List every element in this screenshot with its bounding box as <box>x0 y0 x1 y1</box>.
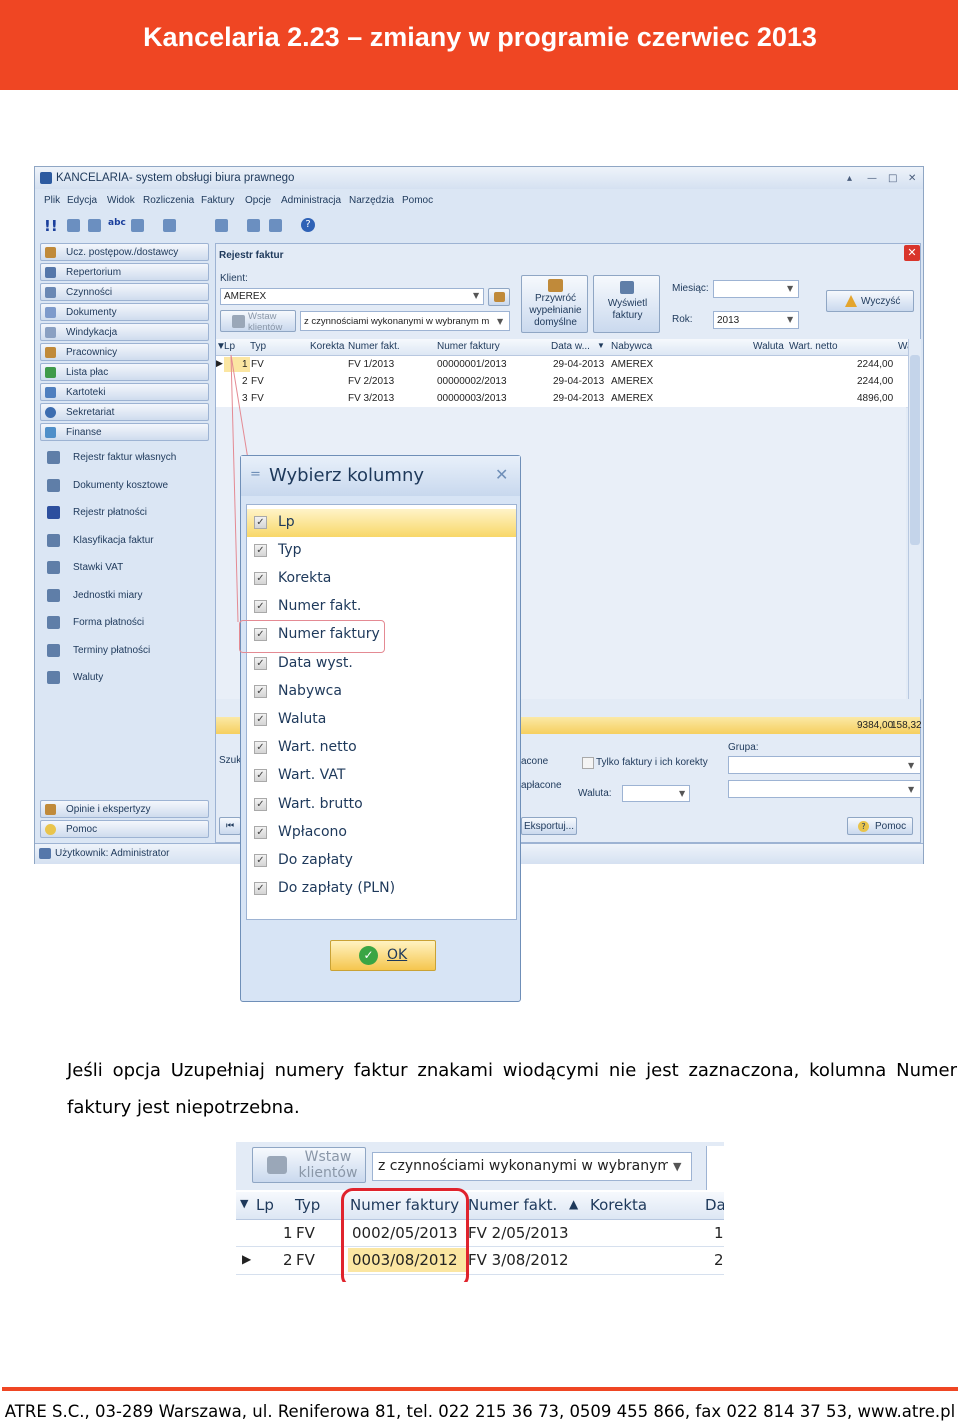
checkbox[interactable]: ✓ <box>254 854 267 867</box>
scroll-edge <box>706 1146 724 1190</box>
insert-clients-button[interactable]: Wstaw klientów <box>252 1147 366 1183</box>
option-lp[interactable]: ✓ Lp <box>247 509 516 537</box>
option-wart-netto[interactable]: ✓ Wart. netto <box>247 734 516 762</box>
option-wart-vat[interactable]: ✓ Wart. VAT <box>247 762 516 790</box>
checkbox[interactable]: ✓ <box>254 685 267 698</box>
checkbox[interactable]: ✓ <box>254 826 267 839</box>
zoom-grid-header: ▼ Lp Typ Numer faktury Numer fakt. ▲ Kor… <box>236 1192 724 1220</box>
ok-button[interactable]: ✓ OK <box>330 940 436 971</box>
table-row[interactable]: ▶ 2 FV 0003/08/2012 FV 3/08/2012 2 <box>236 1247 724 1275</box>
option-do-zaplaty-pln[interactable]: ✓ Do zapłaty (PLN) <box>247 875 516 903</box>
option-data-wyst[interactable]: ✓ Data wyst. <box>247 650 516 678</box>
option-typ[interactable]: ✓ Typ <box>247 537 516 565</box>
checkbox[interactable]: ✓ <box>254 769 267 782</box>
table-row[interactable]: 1 FV 0002/05/2013 FV 2/05/2013 1 <box>236 1220 724 1247</box>
grip-icon: = <box>250 467 261 482</box>
option-numer-fakt[interactable]: ✓ Numer fakt. <box>247 593 516 621</box>
col-typ[interactable]: Typ <box>295 1196 320 1214</box>
highlight-outline <box>239 620 385 653</box>
close-icon[interactable]: ✕ <box>495 465 508 484</box>
body-paragraph: Jeśli opcja Uzupełniaj numery faktur zna… <box>67 1060 957 1118</box>
option-korekta[interactable]: ✓ Korekta <box>247 565 516 593</box>
column-chooser-dialog: = Wybierz kolumny ✕ ✓ Lp ✓ Typ ✓ Korekta ✓ N… <box>239 455 521 1002</box>
checkbox[interactable]: ✓ <box>254 882 267 895</box>
filter-arrow-icon: ▼ <box>240 1197 249 1210</box>
zoomed-grid-screenshot: Wstaw klientów z czynnościami wykonanymi… <box>236 1142 724 1282</box>
col-lp[interactable]: Lp <box>256 1196 274 1214</box>
checkbox[interactable]: ✓ <box>254 544 267 557</box>
option-do-zaplaty[interactable]: ✓ Do zapłaty <box>247 847 516 875</box>
checkbox[interactable]: ✓ <box>254 657 267 670</box>
check-icon: ✓ <box>359 946 378 965</box>
col-korekta[interactable]: Korekta <box>590 1196 647 1214</box>
checkbox[interactable]: ✓ <box>254 798 267 811</box>
checkbox[interactable]: ✓ <box>254 741 267 754</box>
option-wplacono[interactable]: ✓ Wpłacono <box>247 819 516 847</box>
people-icon <box>267 1156 287 1174</box>
column-options-list: ✓ Lp ✓ Typ ✓ Korekta ✓ Numer fakt. ✓ Numer fa… <box>246 504 517 920</box>
option-wart-brutto[interactable]: ✓ Wart. brutto <box>247 791 516 819</box>
checkbox[interactable]: ✓ <box>254 516 267 529</box>
option-waluta[interactable]: ✓ Waluta <box>247 706 516 734</box>
sort-asc-icon: ▲ <box>569 1197 579 1211</box>
col-da[interactable]: Da <box>705 1196 724 1214</box>
footer-text: ATRE S.C., 03-289 Warszawa, ul. Renifero… <box>4 1402 956 1421</box>
row-pointer-icon: ▶ <box>242 1252 252 1266</box>
dropdown-arrow-icon: ▼ <box>673 1160 682 1173</box>
checkbox[interactable]: ✓ <box>254 600 267 613</box>
activity-filter-select[interactable]: z czynnościami wykonanymi w wybranym r ▼ <box>372 1152 692 1181</box>
dialog-title: Wybierz kolumny <box>269 465 425 486</box>
footer-line <box>2 1387 958 1391</box>
col-numer-fakt[interactable]: Numer fakt. <box>468 1196 557 1214</box>
checkbox[interactable]: ✓ <box>254 713 267 726</box>
option-nabywca[interactable]: ✓ Nabywca <box>247 678 516 706</box>
checkbox[interactable]: ✓ <box>254 572 267 585</box>
highlight-outline <box>341 1188 469 1282</box>
